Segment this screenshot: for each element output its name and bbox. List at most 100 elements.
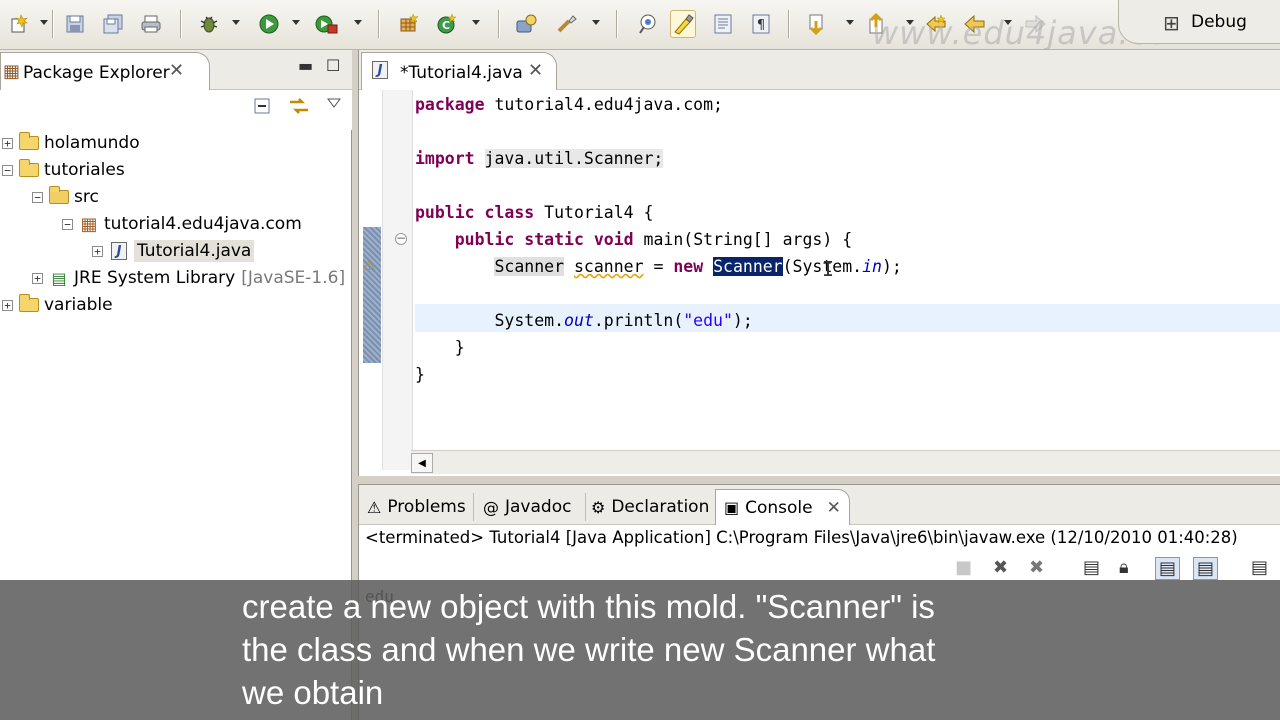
tree-item-label: holamundo xyxy=(44,133,140,153)
svg-text:C: C xyxy=(442,19,450,32)
expand-icon[interactable]: + xyxy=(92,245,103,257)
collapse-icon[interactable]: − xyxy=(62,218,73,230)
tree-item-holamundo[interactable]: + holamundo xyxy=(2,130,140,156)
tree-item-tutorial4-java[interactable]: + J Tutorial4.java xyxy=(92,238,255,264)
tab-console[interactable]: ▣ Console ✕ xyxy=(715,489,850,525)
minimize-icon[interactable]: ▬ xyxy=(298,56,313,75)
warning-icon[interactable]: ⚠ xyxy=(363,258,376,274)
search-icon[interactable] xyxy=(554,10,580,38)
chevron-down-icon[interactable] xyxy=(354,20,362,25)
scroll-lock-icon[interactable]: 🔒︎ xyxy=(1119,557,1129,578)
code-editor[interactable]: J *Tutorial4.java ✕ ⚠ − package tutorial… xyxy=(358,50,1280,476)
close-icon[interactable]: ✕ xyxy=(528,60,543,81)
pilcrow-icon[interactable]: ¶ xyxy=(748,10,774,38)
tab-problems[interactable]: ⚠ Problems xyxy=(367,489,466,525)
show-on-output-icon[interactable]: ▤ xyxy=(1155,557,1181,580)
tab-javadoc[interactable]: @ Javadoc xyxy=(483,489,571,525)
bottom-tab-bar: ⚠ Problems @ Javadoc ⚙ Declaration ▣ Con… xyxy=(359,485,1280,525)
new-class-icon[interactable]: C xyxy=(434,10,460,38)
tree-item-label: variable xyxy=(44,295,113,315)
link-with-editor-icon[interactable] xyxy=(288,96,310,121)
view-menu-icon[interactable] xyxy=(326,94,342,115)
show-whitespace-icon[interactable] xyxy=(710,10,736,38)
tree-item-package[interactable]: − ▦ tutorial4.edu4java.com xyxy=(62,211,302,237)
scroll-left-icon[interactable]: ◀ xyxy=(411,453,433,473)
tree-item-src[interactable]: − src xyxy=(32,184,99,210)
debug-perspective-label[interactable]: Debug xyxy=(1191,12,1247,32)
tree-item-variable[interactable]: + variable xyxy=(2,292,113,318)
chevron-down-icon[interactable] xyxy=(592,20,600,25)
tab-declaration[interactable]: ⚙ Declaration xyxy=(591,489,709,525)
remove-all-launches-icon[interactable]: ✖ xyxy=(1029,557,1044,578)
remove-launch-icon[interactable]: ✖ xyxy=(993,557,1008,578)
project-folder-icon xyxy=(18,159,40,180)
java-file-icon: J xyxy=(372,61,388,79)
print-icon[interactable] xyxy=(138,10,164,38)
project-folder-icon xyxy=(18,132,40,153)
close-icon[interactable]: ✕ xyxy=(827,498,841,518)
show-on-error-icon[interactable]: ▤ xyxy=(1193,557,1219,580)
clear-console-icon[interactable]: ▤ xyxy=(1083,557,1100,578)
svg-text:¶: ¶ xyxy=(757,18,765,33)
maximize-icon[interactable]: ☐ xyxy=(326,56,340,75)
tree-item-tutoriales[interactable]: − tutoriales xyxy=(2,157,125,183)
editor-tab-tutorial4[interactable]: J *Tutorial4.java ✕ xyxy=(361,52,557,90)
chevron-down-icon[interactable] xyxy=(292,20,300,25)
collapse-icon[interactable]: − xyxy=(32,191,43,203)
source-folder-icon xyxy=(48,186,70,207)
close-icon[interactable]: ✕ xyxy=(169,60,184,81)
tree-item-suffix: [JavaSE-1.6] xyxy=(241,268,346,288)
tree-item-label: tutoriales xyxy=(44,160,125,180)
open-perspective-icon[interactable]: ⊞ xyxy=(1163,11,1180,35)
terminate-icon[interactable]: ■ xyxy=(955,557,972,578)
display-selected-console-icon[interactable]: ▤ xyxy=(1251,557,1268,578)
save-all-icon[interactable] xyxy=(100,10,126,38)
text-cursor-icon: I xyxy=(822,257,835,281)
declaration-icon: ⚙ xyxy=(591,497,606,517)
mark-occurrences-icon[interactable] xyxy=(670,10,696,38)
collapse-all-icon[interactable] xyxy=(252,96,272,121)
open-type-icon[interactable] xyxy=(514,10,540,38)
problems-icon: ⚠ xyxy=(367,497,382,517)
next-annotation-icon[interactable] xyxy=(804,10,830,38)
chevron-down-icon[interactable] xyxy=(472,20,480,25)
run-icon[interactable] xyxy=(256,10,282,38)
video-subtitle: create a new object with this mold. "Sca… xyxy=(0,580,1280,720)
java-file-icon: J xyxy=(108,241,130,261)
expand-icon[interactable]: + xyxy=(32,272,43,284)
chevron-down-icon[interactable] xyxy=(846,20,854,25)
horizontal-scrollbar[interactable]: ◀ xyxy=(411,450,1280,474)
editor-tab-label: *Tutorial4.java xyxy=(400,63,523,83)
expand-icon[interactable]: + xyxy=(2,299,13,311)
subtitle-line: create a new object with this mold. "Sca… xyxy=(242,588,935,625)
project-folder-icon xyxy=(18,294,40,315)
line-gutter xyxy=(383,90,413,470)
chevron-down-icon[interactable] xyxy=(232,20,240,25)
collapse-icon[interactable]: − xyxy=(2,164,13,176)
library-icon: ▤ xyxy=(51,268,67,288)
main-toolbar: C ¶ www.edu4java.com ⊞ Debug xyxy=(0,0,1280,52)
save-icon[interactable] xyxy=(62,10,88,38)
debug-icon[interactable] xyxy=(196,10,222,38)
chevron-down-icon[interactable] xyxy=(40,20,48,25)
toggle-breakpoint-icon[interactable] xyxy=(634,10,660,38)
perspective-switcher[interactable]: ⊞ Debug xyxy=(1118,0,1280,44)
package-explorer-title: Package Explorer xyxy=(23,63,170,83)
javadoc-icon: @ xyxy=(483,497,499,517)
expand-icon[interactable]: + xyxy=(2,137,13,149)
subtitle-line: we obtain xyxy=(242,674,384,711)
new-java-project-icon[interactable] xyxy=(396,10,422,38)
code-line: import java.util.Scanner; xyxy=(415,149,664,168)
new-icon[interactable] xyxy=(6,10,32,38)
selected-text: Scanner xyxy=(713,257,783,276)
tree-item-label: tutorial4.edu4java.com xyxy=(104,214,302,234)
fold-icon[interactable]: − xyxy=(395,232,407,245)
tree-item-jre-library[interactable]: + ▤ JRE System Library [JavaSE-1.6] xyxy=(32,265,345,291)
tree-item-label: JRE System Library xyxy=(74,268,236,288)
console-status: <terminated> Tutorial4 [Java Application… xyxy=(365,528,1238,547)
package-explorer-tab[interactable]: ▦ Package Explorer ✕ xyxy=(0,52,210,90)
package-icon: ▦ xyxy=(80,213,98,235)
console-icon: ▣ xyxy=(724,498,740,517)
code-line: package tutorial4.edu4java.com; xyxy=(415,95,723,114)
external-tools-icon[interactable] xyxy=(314,10,340,38)
